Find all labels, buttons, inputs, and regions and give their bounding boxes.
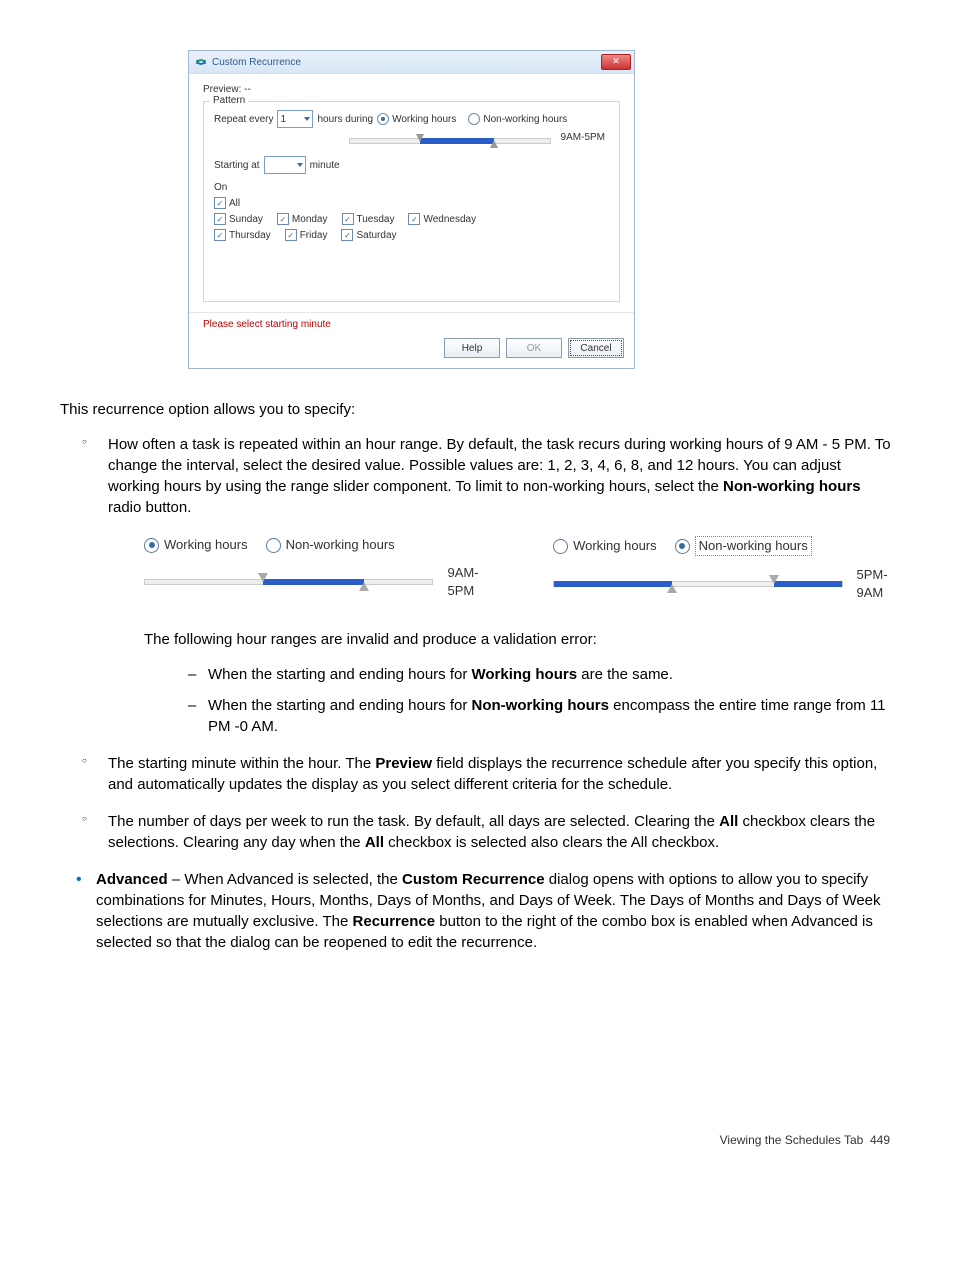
sunday-checkbox[interactable]: Sunday [214, 213, 263, 225]
example-working-hours: Working hours Non-working hours 9AM-5PM [144, 536, 501, 603]
bullet-starting-minute: The starting minute within the hour. The… [90, 753, 894, 795]
preview-label: Preview: [203, 84, 241, 95]
ok-button[interactable]: OK [506, 338, 562, 358]
repeat-value: 1 [280, 114, 286, 125]
working-hours-radio[interactable]: Working hours [553, 537, 657, 555]
slider-handle-left-icon[interactable] [667, 584, 677, 593]
monday-checkbox[interactable]: Monday [277, 213, 328, 225]
example-non-working-hours: Working hours Non-working hours 5PM-9AM [553, 536, 910, 603]
validation-message: Please select starting minute [189, 312, 634, 332]
range-readout: 5PM-9AM [857, 566, 911, 602]
working-hours-radio[interactable]: Working hours [377, 113, 456, 125]
pattern-legend: Pattern [210, 95, 248, 106]
app-icon [195, 56, 207, 68]
radio-icon [144, 538, 159, 553]
slider-handle-left-icon[interactable] [416, 134, 424, 142]
bullet-advanced: Advanced – When Advanced is selected, th… [76, 869, 894, 953]
wednesday-checkbox[interactable]: Wednesday [408, 213, 476, 225]
dash-entire-range: When the starting and ending hours for N… [192, 695, 894, 737]
bullet-days-per-week: The number of days per week to run the t… [90, 811, 894, 853]
hour-range-slider[interactable] [144, 579, 433, 585]
tuesday-checkbox[interactable]: Tuesday [342, 213, 395, 225]
close-icon[interactable]: ✕ [601, 54, 631, 70]
starting-minute-select[interactable] [264, 156, 306, 174]
non-working-hours-radio[interactable]: Non-working hours [266, 536, 395, 554]
custom-recurrence-dialog: Custom Recurrence ✕ Preview: -- Pattern … [188, 50, 635, 369]
on-label: On [214, 182, 609, 193]
slider-handle-right-icon[interactable] [769, 575, 779, 584]
page-footer: Viewing the Schedules Tab 449 [60, 1133, 894, 1147]
all-checkbox[interactable]: All [214, 197, 240, 209]
repeat-interval-select[interactable]: 1 [277, 110, 313, 128]
chevron-down-icon [297, 163, 303, 167]
range-readout: 9AM-5PM [447, 564, 501, 600]
radio-icon [675, 539, 690, 554]
radio-icon [377, 113, 389, 125]
dialog-titlebar: Custom Recurrence ✕ [189, 51, 634, 74]
chevron-down-icon [304, 117, 310, 121]
pattern-fieldset: Pattern Repeat every 1 hours during Work… [203, 101, 620, 302]
intro-text: This recurrence option allows you to spe… [60, 399, 894, 420]
bullet-how-often: How often a task is repeated within an h… [90, 434, 894, 737]
thursday-checkbox[interactable]: Thursday [214, 229, 271, 241]
saturday-checkbox[interactable]: Saturday [341, 229, 396, 241]
cancel-button[interactable]: Cancel [568, 338, 624, 358]
help-button[interactable]: Help [444, 338, 500, 358]
range-readout: 9AM-5PM [561, 132, 605, 143]
preview-value: -- [244, 84, 251, 95]
radio-icon [266, 538, 281, 553]
radio-icon [553, 539, 568, 554]
friday-checkbox[interactable]: Friday [285, 229, 328, 241]
dash-same-hours: When the starting and ending hours for W… [192, 664, 894, 685]
slider-handle-right-icon[interactable] [490, 140, 498, 148]
working-hours-radio[interactable]: Working hours [144, 536, 248, 554]
slider-handle-right-icon[interactable] [359, 582, 369, 591]
minute-label: minute [310, 160, 340, 171]
dialog-title: Custom Recurrence [212, 57, 301, 68]
repeat-every-label: Repeat every [214, 114, 273, 125]
slider-handle-left-icon[interactable] [258, 573, 268, 582]
hour-range-slider[interactable] [349, 138, 551, 144]
starting-at-label: Starting at [214, 160, 260, 171]
non-working-hours-radio[interactable]: Non-working hours [675, 536, 812, 556]
radio-icon [468, 113, 480, 125]
hours-during-label: hours during [317, 114, 373, 125]
invalid-intro: The following hour ranges are invalid an… [144, 629, 894, 650]
non-working-hours-radio[interactable]: Non-working hours [468, 113, 567, 125]
hour-range-slider[interactable] [553, 581, 842, 587]
